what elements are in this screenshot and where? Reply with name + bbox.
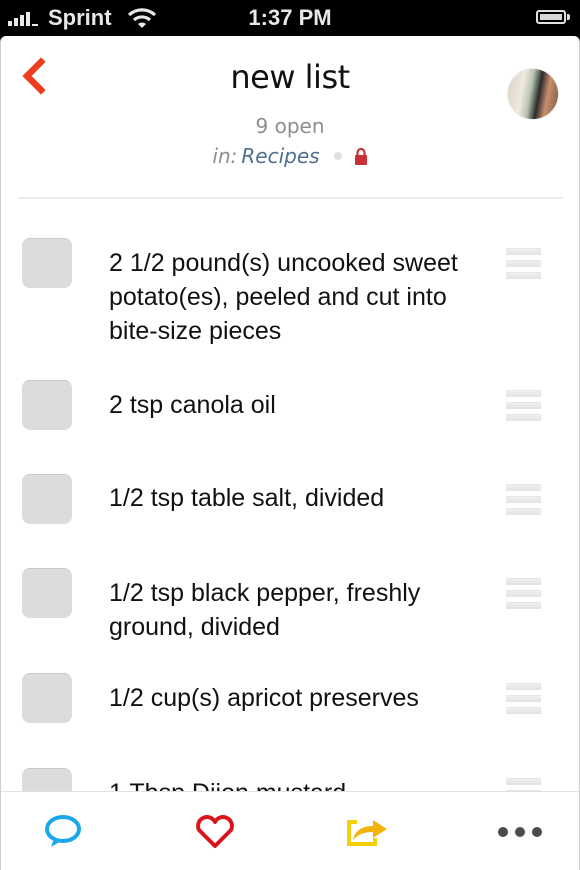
drag-handle-icon[interactable] <box>506 484 541 515</box>
open-count: 9 open <box>255 114 325 138</box>
item-text[interactable]: 2 1/2 pound(s) uncooked sweet potato(es)… <box>109 246 501 348</box>
more-dots-icon <box>498 827 542 837</box>
list-screen: new list 9 open in: Recipes 2 1/2 pound(… <box>0 36 580 870</box>
battery-nub <box>567 14 570 20</box>
item-checkbox[interactable] <box>22 380 72 430</box>
folder-link[interactable]: Recipes <box>241 144 319 168</box>
item-text[interactable]: 1/2 tsp black pepper, freshly ground, di… <box>109 576 501 644</box>
battery-icon <box>536 10 566 24</box>
lock-icon <box>354 147 367 165</box>
status-bar: Sprint 1:37 PM <box>0 0 580 36</box>
share-icon <box>347 820 387 846</box>
header-divider <box>18 197 563 199</box>
avatar[interactable] <box>507 68 559 120</box>
item-text[interactable]: 1/2 tsp table salt, divided <box>109 481 501 515</box>
item-checkbox[interactable] <box>22 568 72 618</box>
item-checkbox[interactable] <box>22 474 72 524</box>
speech-bubble-icon <box>45 815 81 847</box>
drag-handle-icon[interactable] <box>506 248 541 279</box>
drag-handle-icon[interactable] <box>506 683 541 714</box>
like-button[interactable] <box>193 812 237 852</box>
clock: 1:37 PM <box>248 5 332 30</box>
item-text[interactable]: 2 tsp canola oil <box>109 388 501 422</box>
share-button[interactable] <box>345 812 389 852</box>
more-button[interactable] <box>495 812 545 852</box>
folder-line: in: Recipes <box>1 144 579 168</box>
drag-handle-icon[interactable] <box>506 578 541 609</box>
separator-dot <box>333 152 342 160</box>
list-title[interactable]: new list <box>1 58 579 96</box>
bottom-toolbar <box>1 791 579 870</box>
drag-handle-icon[interactable] <box>506 390 541 421</box>
item-checkbox[interactable] <box>22 238 72 288</box>
comment-button[interactable] <box>41 812 85 852</box>
in-label: in: <box>212 144 238 168</box>
item-checkbox[interactable] <box>22 673 72 723</box>
item-text[interactable]: 1/2 cup(s) apricot preserves <box>109 681 501 715</box>
heart-icon <box>196 815 234 848</box>
